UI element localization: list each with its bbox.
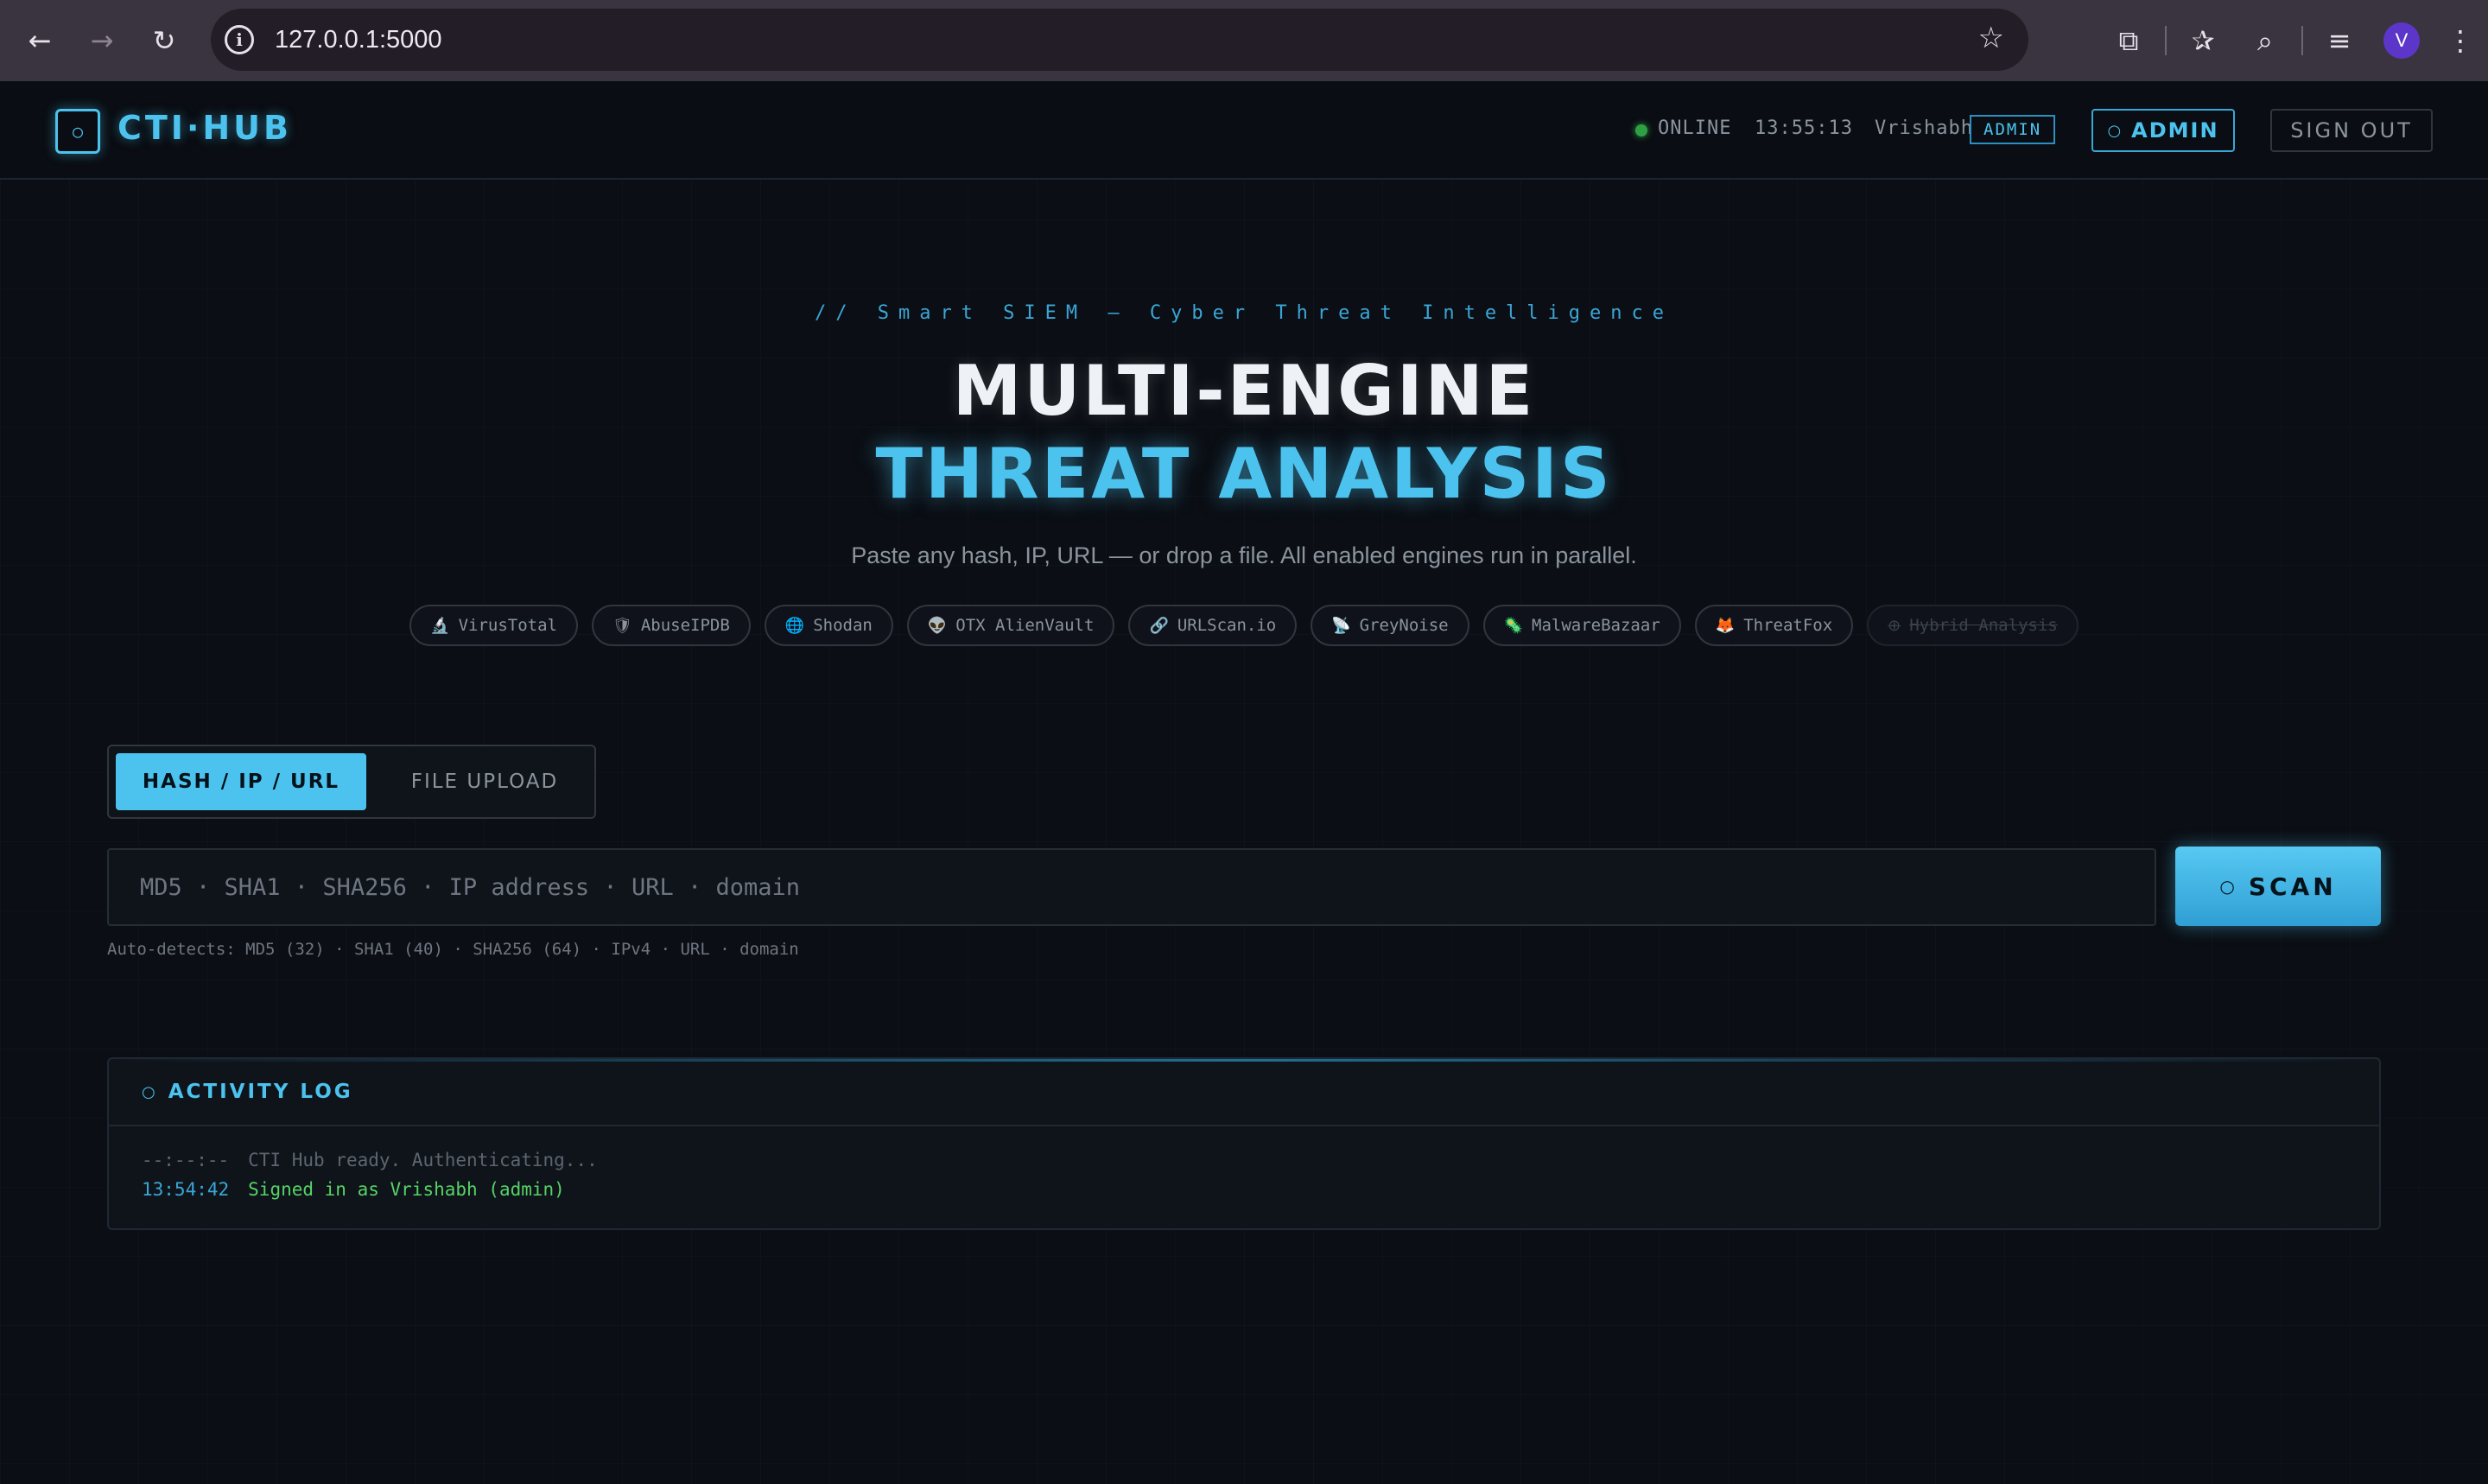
hero-title-line-2: THREAT ANALYSIS [875,434,1613,514]
log-entry: 13:54:42 Signed in as Vrishabh (admin) [142,1175,2346,1204]
bookmarks-star-list-icon[interactable]: ✰ [2172,24,2234,57]
forward-arrow-icon[interactable]: → [78,16,126,65]
sign-out-button[interactable]: SIGN OUT [2270,109,2433,152]
search-tab-icon[interactable]: ⌕ [2234,24,2296,58]
toolbar-divider [2301,26,2303,55]
fox-icon: 🦊 [1715,616,1736,635]
activity-log-title: ACTIVITY LOG [168,1081,353,1103]
log-timestamp: --:--:-- [142,1150,230,1170]
kebab-menu-icon[interactable]: ⋮ [2433,24,2488,57]
engine-chip-malwarebazaar: 🦠 MalwareBazaar [1482,605,1681,646]
username-text: Vrishabh [1875,117,1973,139]
clock-text: 13:55:13 [1755,117,1853,139]
log-entry: --:--:-- CTI Hub ready. Authenticating..… [142,1145,2346,1175]
role-badge: ADMIN [1970,115,2056,144]
admin-button-label: ADMIN [2131,118,2219,143]
engine-label: MalwareBazaar [1532,616,1660,635]
hexagon-icon: ○ [55,109,100,154]
tagline: // Smart SIEM — Cyber Threat Intelligenc… [814,302,1674,324]
extensions-puzzle-icon[interactable]: ⧉ [2098,24,2160,58]
tab-hash-ip-url[interactable]: HASH / IP / URL [116,753,366,810]
shield-icon: 🛡 [612,616,632,635]
activity-log-header: ○ ACTIVITY LOG [109,1059,2379,1126]
engine-label: VirusTotal [458,616,557,635]
engine-label: GreyNoise [1359,616,1449,635]
log-message: CTI Hub ready. Authenticating... [248,1150,598,1170]
app-header: ○ CTI·HUB ONLINE 13:55:13 Vrishabh ADMIN… [0,81,2488,180]
globe-icon: 🌐 [784,616,805,635]
satellite-icon: 📡 [1331,616,1351,635]
engine-chip-abuseipdb: 🛡 AbuseIPDB [591,605,751,646]
media-queue-icon[interactable]: ≡ [2308,24,2371,57]
toolbar-actions: ⧉ ✰ ⌕ ≡ V ⋮ [2098,0,2488,81]
toolbar-divider [2165,26,2167,55]
link-icon: 🔗 [1149,616,1169,635]
engine-label: Hybrid Analysis [1909,616,2058,635]
input-mode-tabs: HASH / IP / URL FILE UPLOAD [107,745,596,819]
scan-button-label: SCAN [2248,872,2337,901]
reload-icon[interactable]: ↻ [140,16,188,65]
hero-subtitle: Paste any hash, IP, URL — or drop a file… [851,542,1637,568]
ioc-search-input[interactable] [107,848,2156,926]
alien-icon: 👽 [927,616,948,635]
engine-label: OTX AlienVault [955,616,1095,635]
online-status-dot [1635,124,1647,136]
engine-list: 🔬 VirusTotal 🛡 AbuseIPDB 🌐 Shodan 👽 OTX … [0,605,2488,646]
autodetect-hint: Auto-detects: MD5 (32) · SHA1 (40) · SHA… [107,940,799,959]
avatar-initial: V [2383,22,2420,59]
profile-avatar[interactable]: V [2371,22,2433,59]
brand-logo-text[interactable]: CTI·HUB [117,109,292,147]
tab-file-upload[interactable]: FILE UPLOAD [377,753,593,810]
log-message: Signed in as Vrishabh (admin) [248,1179,565,1200]
scan-button[interactable]: ○ SCAN [2175,847,2381,926]
crosshair-icon: ⊕ [1888,616,1901,635]
hero-title-line-1: MULTI-ENGINE [952,351,1536,431]
activity-log-body: --:--:-- CTI Hub ready. Authenticating..… [109,1126,2379,1223]
engine-label: URLScan.io [1177,616,1277,635]
back-arrow-icon[interactable]: ← [16,16,64,65]
engine-chip-threatfox: 🦊 ThreatFox [1694,605,1854,646]
circle-icon: ○ [2219,876,2238,897]
url-text[interactable]: 127.0.0.1:5000 [275,26,442,54]
activity-log-panel: ○ ACTIVITY LOG --:--:-- CTI Hub ready. A… [107,1057,2381,1230]
log-timestamp: 13:54:42 [142,1179,230,1200]
engine-chip-shodan: 🌐 Shodan [764,605,893,646]
circle-icon: ○ [2107,121,2123,140]
engine-chip-hybrid-analysis: ⊕ Hybrid Analysis [1867,605,2079,646]
engine-chip-otx: 👽 OTX AlienVault [906,605,1115,646]
microbe-icon: 🦠 [1503,616,1524,635]
engine-chip-greynoise: 📡 GreyNoise [1311,605,1469,646]
engine-label: ThreatFox [1743,616,1833,635]
bookmark-star-icon[interactable]: ☆ [1978,21,2004,55]
engine-chip-virustotal: 🔬 VirusTotal [409,605,578,646]
app-root: ○ CTI·HUB ONLINE 13:55:13 Vrishabh ADMIN… [0,81,2488,1484]
site-info-icon[interactable]: i [225,25,254,54]
circle-icon: ○ [142,1082,158,1101]
address-bar[interactable]: i 127.0.0.1:5000 ☆ [211,9,2028,71]
engine-chip-urlscan: 🔗 URLScan.io [1128,605,1298,646]
microscope-icon: 🔬 [430,616,450,635]
admin-button[interactable]: ○ ADMIN [2091,109,2235,152]
engine-label: AbuseIPDB [640,616,730,635]
browser-toolbar: ← → ↻ i 127.0.0.1:5000 ☆ ⧉ ✰ ⌕ ≡ V ⋮ [0,0,2488,81]
engine-label: Shodan [813,616,873,635]
status-text: ONLINE [1658,117,1732,139]
